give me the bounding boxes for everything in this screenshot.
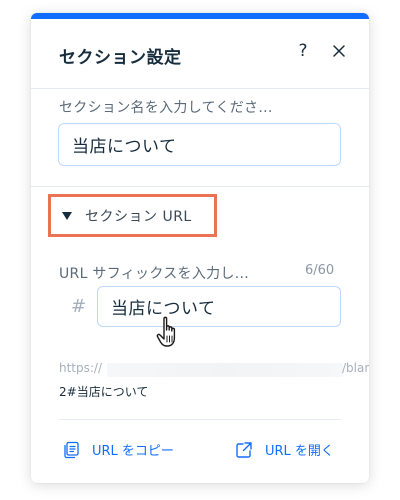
section-settings-panel: セクション設定 ? セクション名を入力してくださ... 当店について セクション… — [31, 13, 369, 483]
close-button[interactable] — [325, 37, 353, 65]
copy-url-button[interactable]: URL をコピー — [62, 440, 174, 459]
section-url-toggle-label: セクション URL — [85, 208, 192, 225]
url-suffix-label: URL サフィックスを入力し... — [59, 266, 249, 282]
hand-pointer-cursor-icon — [156, 316, 176, 347]
url-preview-start: https:// — [59, 361, 103, 375]
close-icon — [333, 45, 345, 57]
panel-title: セクション設定 — [59, 48, 182, 68]
open-url-label: URL を開く — [265, 444, 334, 459]
url-preview: https:// /blan — [59, 361, 369, 381]
copy-url-label: URL をコピー — [92, 444, 174, 459]
char-count: 6/60 — [305, 263, 335, 278]
url-preview-end: /blan — [342, 361, 369, 375]
url-preview-path: 2#当店について — [59, 385, 149, 399]
section-url-toggle[interactable]: セクション URL — [48, 194, 217, 237]
help-icon: ? — [298, 41, 308, 61]
url-preview-redacted — [107, 363, 343, 377]
help-button[interactable]: ? — [289, 37, 317, 65]
hash-prefix: # — [71, 296, 87, 317]
divider — [59, 419, 341, 420]
divider — [31, 186, 369, 187]
open-url-button[interactable]: URL を開く — [235, 440, 334, 459]
section-name-label: セクション名を入力してくださ... — [59, 100, 273, 116]
url-suffix-input[interactable]: 当店について — [97, 286, 341, 327]
external-link-icon — [235, 441, 253, 459]
panel-header: セクション設定 ? — [31, 19, 369, 89]
copy-icon — [62, 441, 80, 459]
section-name-input[interactable]: 当店について — [58, 123, 341, 166]
triangle-down-icon — [62, 211, 72, 220]
